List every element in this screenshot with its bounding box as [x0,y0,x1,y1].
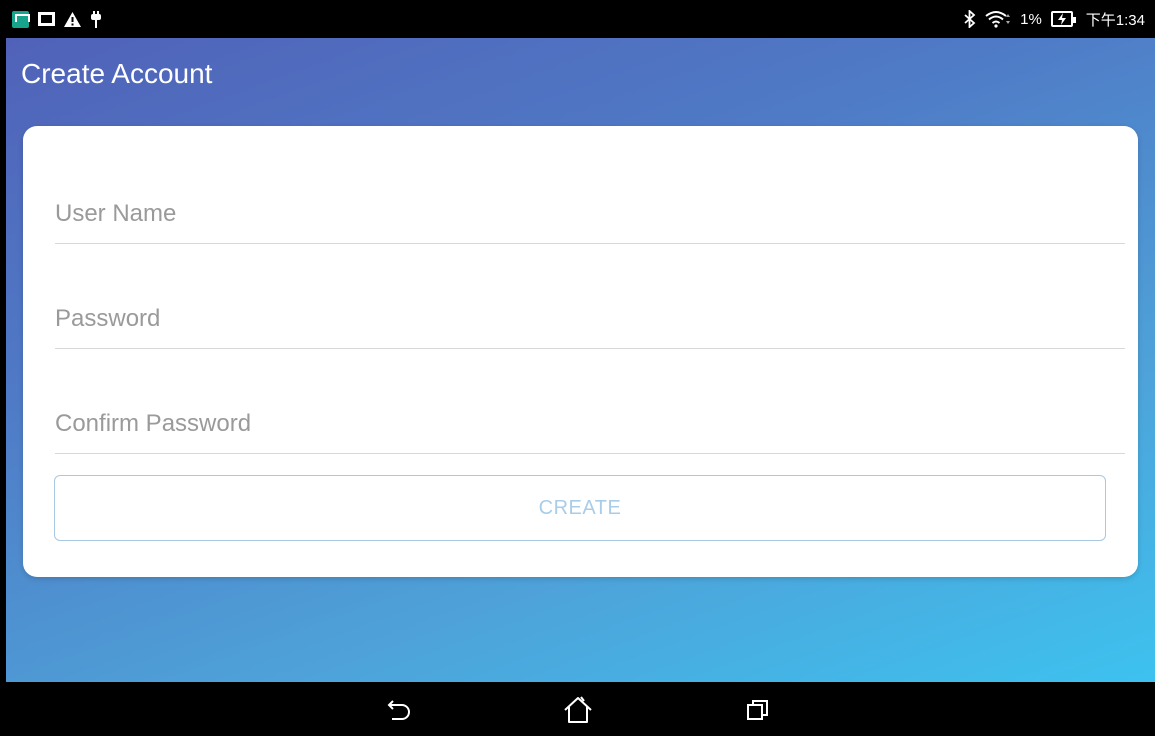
username-input[interactable] [55,199,1125,243]
navigation-bar [0,682,1155,736]
recents-icon[interactable] [738,692,778,728]
password-input[interactable] [55,304,1125,348]
status-time: 下午1:34 [1085,11,1145,29]
confirm-password-field [55,349,1125,454]
wifi-icon [985,10,1011,28]
page-title: Create Account [21,58,213,89]
status-left [12,10,102,28]
create-account-card: CREATE [23,126,1138,577]
warning-icon [64,11,81,27]
status-right: 1% 下午1:34 [964,9,1145,30]
status-bar: 1% 下午1:34 [0,0,1155,38]
picture-icon [38,12,55,26]
home-icon[interactable] [558,692,598,728]
back-icon[interactable] [379,692,419,728]
bluetooth-icon [964,10,976,28]
confirm-password-input[interactable] [55,409,1125,453]
battery-charging-icon [1050,11,1076,27]
password-field [55,244,1125,349]
device-screen: 1% 下午1:34 Create Account CREATE [0,0,1155,736]
create-button[interactable]: CREATE [54,475,1106,541]
battery-percent: 1% [1020,10,1042,28]
app-notification-icon [12,10,30,28]
usb-plug-icon [90,10,102,28]
app-content: Create Account CREATE [6,38,1155,682]
username-field [55,139,1125,244]
